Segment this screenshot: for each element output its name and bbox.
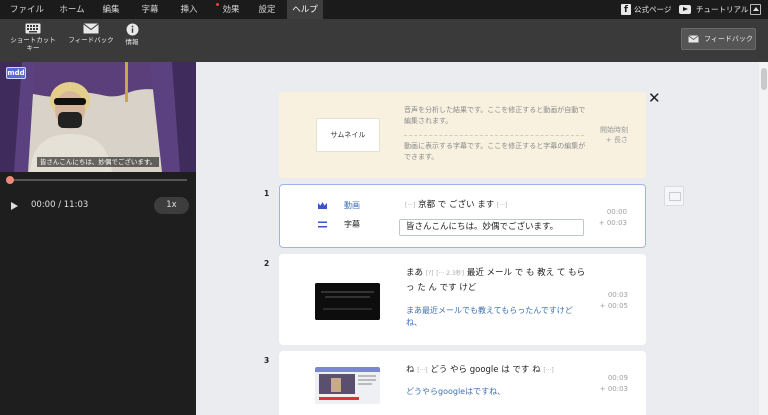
menu-file[interactable]: ファイル (6, 0, 48, 19)
silence-tag[interactable]: [··· 2.3秒] (436, 270, 464, 277)
word-text[interactable]: どう やら google は です ね (430, 365, 540, 375)
silence-tag[interactable]: [···] (417, 367, 427, 374)
play-icon[interactable] (11, 202, 18, 210)
segment-number: 2 (264, 259, 270, 268)
subtitle-text[interactable]: どうやらgoogleはですね、 (406, 386, 586, 398)
envelope-icon (688, 35, 699, 43)
menu-subtitle[interactable]: 字幕 (135, 0, 165, 19)
silence-tag[interactable]: [···] (543, 367, 553, 374)
menu-edit[interactable]: 編集 (96, 0, 126, 19)
word-text[interactable]: 京都 で ござい ます (418, 200, 494, 210)
word-text[interactable]: まあ (406, 268, 423, 278)
seek-bar[interactable] (9, 179, 187, 181)
video-caption-text: 皆さんこんにちは、妙偶でございます。 (36, 157, 160, 167)
menu-effect[interactable]: 効果 (216, 0, 246, 19)
shortcut-keys-label: ショートカットキー (10, 36, 56, 52)
official-page-link[interactable]: 公式ページ (634, 0, 671, 19)
close-icon[interactable]: ✕ (648, 91, 661, 106)
menu-effect-label: 効果 (222, 5, 240, 15)
start-time: 00:09 (607, 374, 628, 382)
segment-card[interactable]: まあ [?] [··· 2.3秒] 最近 メール で も 教え て もらっ た … (279, 254, 646, 345)
menu-insert[interactable]: 挿入 (174, 0, 204, 19)
thumbnail-image (315, 283, 380, 320)
video-row-label: 動画 (344, 201, 360, 210)
info-label: 情報 (125, 38, 139, 46)
segment-card[interactable]: 動画 字幕 [···] 京都 で ござい ます [···] 皆さんこんにちは。妙… (279, 184, 646, 248)
silence-tag[interactable]: [···] (405, 202, 415, 209)
subtitle-row-label: 字幕 (344, 220, 360, 229)
lines-icon (318, 221, 327, 228)
thumbnail-image (315, 367, 380, 404)
segment-number: 3 (264, 356, 270, 365)
expand-panel-icon[interactable] (664, 186, 684, 206)
envelope-icon (83, 23, 99, 34)
keyboard-icon (25, 23, 41, 34)
menu-settings[interactable]: 設定 (252, 0, 282, 19)
subtitle-text[interactable]: まあ最近メールでも教えてもらったんですけどね、 (406, 305, 586, 329)
thumbnail-hint: サムネイル (316, 118, 380, 152)
silence-tag[interactable]: [···] (497, 202, 507, 209)
word-text[interactable]: ね (406, 365, 415, 375)
youtube-icon[interactable] (679, 5, 691, 14)
segment-thumbnail[interactable] (315, 367, 380, 404)
duration: + 00:03 (599, 385, 628, 393)
playback-speed-button[interactable]: 1x (154, 197, 189, 214)
info-button[interactable]: 情報 (121, 23, 143, 46)
hint-divider (404, 135, 584, 136)
scrollbar[interactable] (759, 62, 768, 415)
seek-handle[interactable] (6, 176, 14, 184)
segment-timing: 00:03 + 00:05 (600, 290, 628, 312)
feedback-button-label: フィードバック (704, 35, 753, 43)
segment-thumbnail[interactable] (315, 283, 380, 320)
duration: + 00:03 (598, 219, 627, 227)
feedback-tool-label: フィードバック (68, 36, 114, 44)
hint-subtitle-text: 動画に表示する字幕です。ここを修正すると字幕の編集ができます。 (404, 142, 586, 161)
start-time: 00:00 (606, 208, 627, 216)
segment-card[interactable]: ね [···] どう やら google は です ね [···] どうやらgo… (279, 351, 646, 415)
video-caption: 皆さんこんにちは、妙偶でございます。 (0, 156, 196, 167)
word-tokens[interactable]: まあ [?] [··· 2.3秒] 最近 メール で も 教え て もらっ た … (406, 266, 586, 295)
help-overlay: サムネイル 音声を分析した結果です。ここを修正すると動画が自動で編集されます。 … (279, 92, 646, 178)
toolbar: ショートカットキー フィードバック 情報 フィードバック (0, 19, 768, 62)
segment-timing: 00:00 + 00:03 (599, 207, 627, 229)
collapse-toolbar-icon[interactable] (750, 4, 761, 15)
word-tokens[interactable]: ね [···] どう やら google は です ね [···] (406, 363, 586, 378)
time-display: 00:00 / 11:03 (31, 200, 89, 210)
scrollbar-thumb[interactable] (761, 68, 767, 90)
subtitle-input[interactable]: 皆さんこんにちは。妙偶でございます。 (399, 219, 584, 236)
crown-icon (318, 202, 327, 209)
transcript-editor: サムネイル 音声を分析した結果です。ここを修正すると動画が自動で編集されます。 … (196, 62, 768, 415)
segment-timing: 00:09 + 00:03 (600, 373, 628, 395)
feedback-tool-button[interactable]: フィードバック (66, 23, 116, 44)
hint-analysis-text: 音声を分析した結果です。ここを修正すると動画が自動で編集されます。 (404, 106, 586, 125)
word-tokens[interactable]: [···] 京都 で ござい ます [···] (405, 198, 585, 213)
segment-number: 1 (264, 189, 270, 198)
menu-help[interactable]: ヘルプ (287, 0, 323, 19)
hint-duration-label: + 長さ (605, 136, 628, 144)
facebook-icon[interactable]: f (621, 4, 631, 15)
unknown-tag[interactable]: [?] (426, 270, 434, 277)
video-preview[interactable]: mdd 皆さんこんにちは、妙偶でございます。 (0, 62, 196, 172)
duration: + 00:05 (599, 302, 628, 310)
feedback-button[interactable]: フィードバック (681, 28, 756, 50)
hint-start-label: 開始時刻 (600, 126, 628, 134)
video-player: mdd 皆さんこんにちは、妙偶でございます。 00:00 / 11:03 1x (0, 62, 196, 415)
menu-home[interactable]: ホーム (54, 0, 90, 19)
channel-logo: mdd (6, 67, 26, 79)
notification-dot (216, 3, 219, 6)
info-icon (126, 23, 138, 36)
start-time: 00:03 (607, 291, 628, 299)
tutorial-link[interactable]: チュートリアル (696, 0, 748, 19)
menu-bar: ファイル ホーム 編集 字幕 挿入 効果 設定 ヘルプ f 公式ページ チュート… (0, 0, 768, 19)
shortcut-keys-button[interactable]: ショートカットキー (9, 23, 57, 52)
hint-side-labels: 開始時刻 + 長さ (600, 125, 628, 145)
